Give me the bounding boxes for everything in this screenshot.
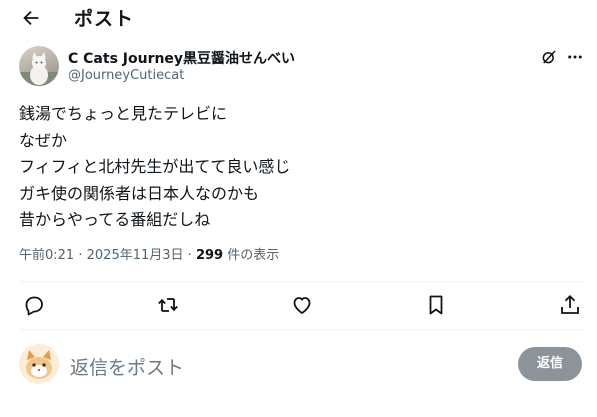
more-options-icon[interactable] xyxy=(566,48,584,66)
post-meta: 午前0:21 · 2025年11月3日 · 299 件の表示 xyxy=(19,244,279,263)
post-line: 銭湯でちょっと見たテレビに xyxy=(19,104,228,123)
bookmark-icon[interactable] xyxy=(424,293,448,317)
page-header: ポスト xyxy=(0,0,597,36)
meta-separator: · xyxy=(78,248,83,263)
user-avatar[interactable] xyxy=(19,344,59,384)
reply-input[interactable]: 返信をポスト xyxy=(70,353,184,380)
reply-icon[interactable] xyxy=(22,293,46,317)
post-line: 昔からやってる番組だしね xyxy=(19,210,211,229)
views-count: 299 xyxy=(195,248,224,263)
views-label: 件の表示 xyxy=(227,248,280,263)
divider xyxy=(19,281,585,282)
repost-icon[interactable] xyxy=(156,293,180,317)
share-icon[interactable] xyxy=(558,293,582,317)
post-text: 銭湯でちょっと見たテレビに なぜか フィフィと北村先生が出てて良い感じ ガキ使の… xyxy=(19,101,290,234)
grok-icon[interactable] xyxy=(540,48,558,66)
author-display-name[interactable]: C Cats Journey黒豆醤油せんべい xyxy=(68,48,295,68)
like-icon[interactable] xyxy=(290,293,314,317)
post-line: なぜか xyxy=(19,130,68,150)
divider xyxy=(19,329,585,330)
post-line: ガキ使の関係者は日本人なのかも xyxy=(19,183,260,203)
post-date[interactable]: 2025年11月3日 xyxy=(87,248,184,263)
reply-button[interactable]: 返信 xyxy=(518,347,582,381)
meta-separator: · xyxy=(187,248,192,263)
post-line: フィフィと北村先生が出てて良い感じ xyxy=(19,157,291,176)
arrow-left-icon[interactable] xyxy=(20,7,42,29)
author-handle[interactable]: @JourneyCutiecat xyxy=(68,68,184,83)
page-title: ポスト xyxy=(74,8,135,30)
post-time[interactable]: 午前0:21 xyxy=(19,248,74,263)
author-avatar[interactable] xyxy=(19,46,59,86)
